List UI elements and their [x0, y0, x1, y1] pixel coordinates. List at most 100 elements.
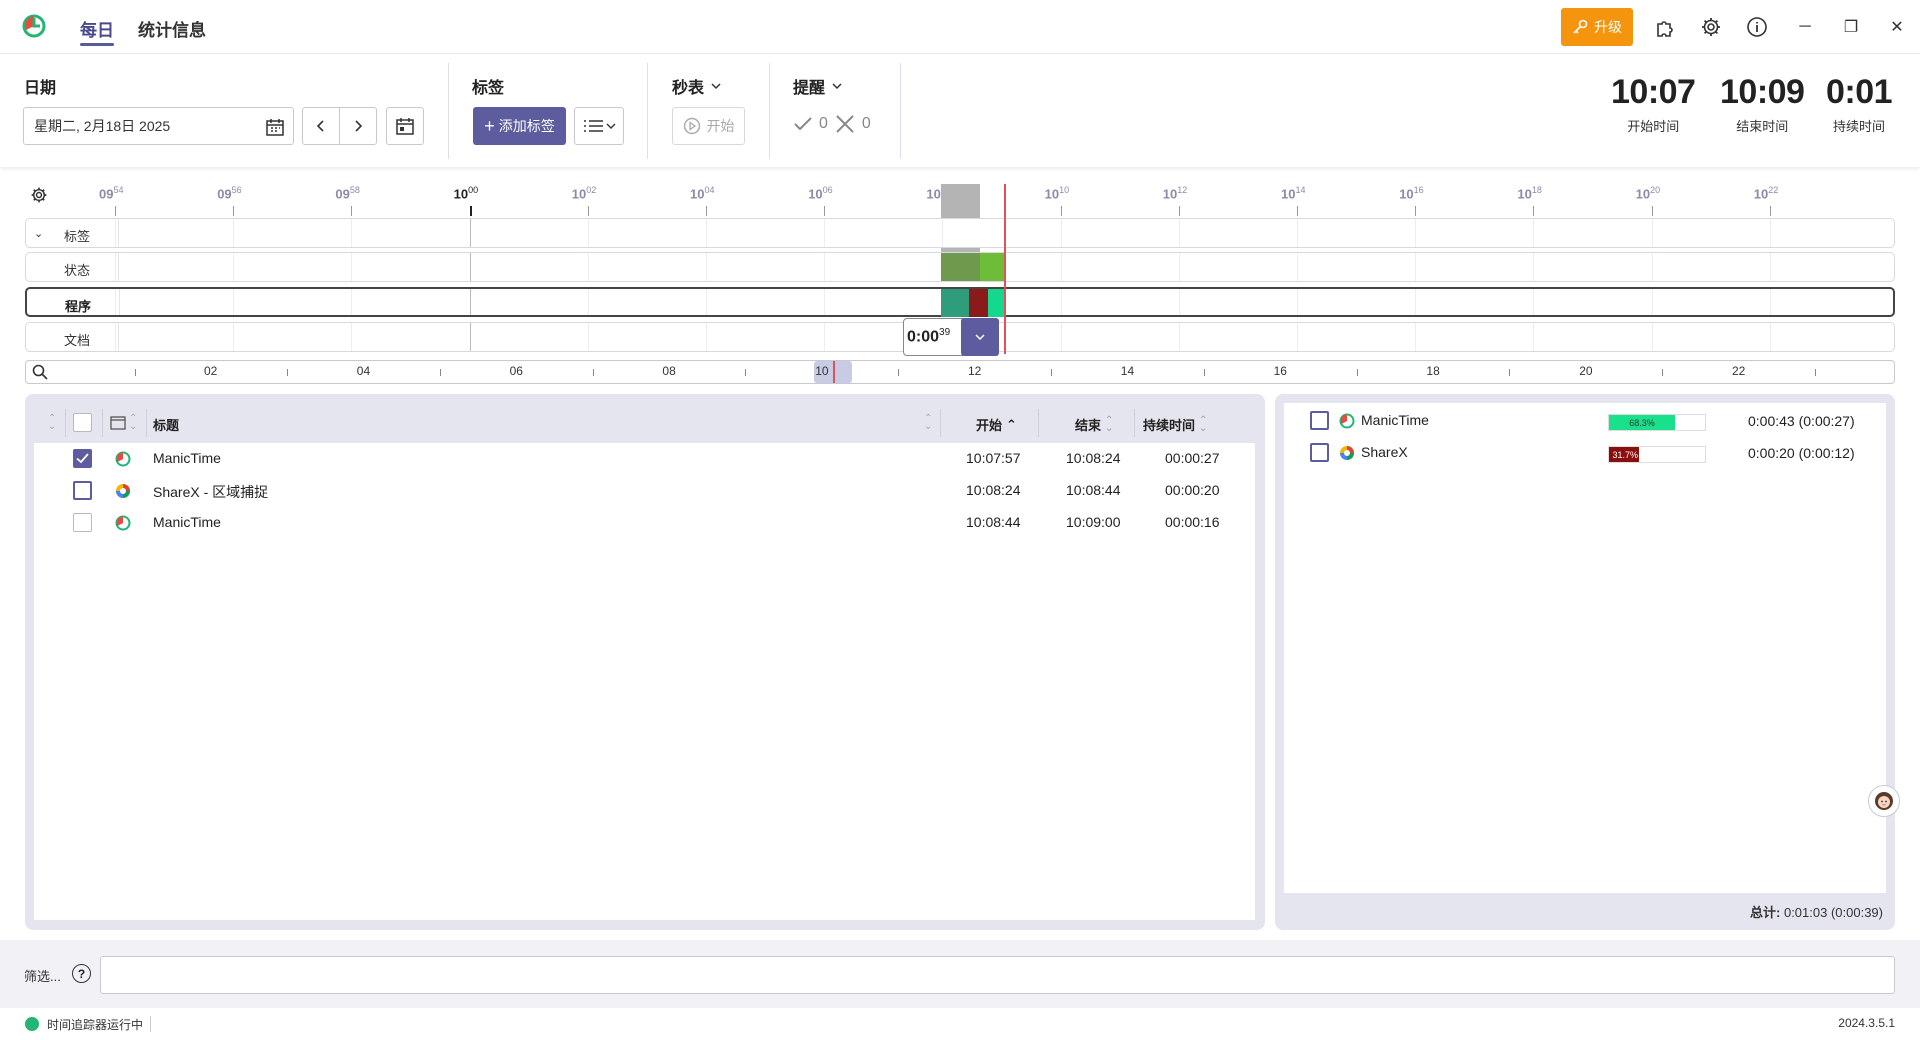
close-icon[interactable]: ✕ — [1884, 14, 1910, 40]
calendar-today-icon — [396, 118, 414, 135]
grid-line — [1533, 323, 1535, 351]
date-field[interactable]: 星期二, 2月18日 2025 — [23, 107, 294, 145]
track-label-divider — [118, 253, 119, 281]
info-icon[interactable] — [1744, 14, 1770, 40]
ruler-label: 0956 — [217, 185, 242, 202]
next-day-button[interactable] — [339, 107, 377, 145]
table-row[interactable]: ManicTime 10:08:44 10:09:00 00:00:16 — [34, 507, 1255, 539]
ruler-label: 0958 — [335, 185, 360, 202]
day-overview-bar[interactable]: 02 04 06 08 10 12 14 16 18 20 22 — [25, 360, 1895, 384]
start-label: 开始 — [706, 118, 735, 134]
summary-row[interactable]: ShareX 31.7% 0:00:20 (0:00:12) — [1284, 437, 1886, 469]
tooltip-seconds: 39 — [939, 327, 951, 338]
grid-line — [351, 323, 353, 351]
ruler-tick — [233, 206, 235, 216]
summary-row[interactable]: ManicTime 68.3% 0:00:43 (0:00:27) — [1284, 405, 1886, 437]
timeline-settings-icon[interactable] — [30, 186, 48, 204]
upgrade-button[interactable]: 升级 — [1561, 8, 1633, 46]
manictime-icon — [1339, 413, 1355, 429]
summary-percent-fill: 31.7% — [1609, 447, 1639, 462]
ruler-label: 1006 — [808, 185, 833, 202]
today-calendar-button[interactable] — [386, 107, 424, 145]
track-label: 程序 — [65, 299, 92, 314]
add-tag-button[interactable]: + 添加标签 — [473, 107, 566, 145]
status-bar-active[interactable] — [941, 253, 980, 281]
program-bar-manictime[interactable] — [988, 289, 1004, 317]
stopwatch-menu[interactable]: 秒表 — [672, 74, 722, 98]
grid-line — [587, 253, 589, 281]
overview-hour-label: 06 — [509, 364, 523, 378]
tab-daily-underline — [80, 43, 114, 46]
timeline-track[interactable]: ⌄ 标签 — [25, 218, 1895, 248]
calendar-icon[interactable] — [265, 117, 285, 137]
program-bar-sharex[interactable] — [969, 289, 988, 317]
reminder-counts: 0 0 — [793, 113, 871, 135]
row-checkbox[interactable] — [73, 513, 92, 532]
select-all-checkbox[interactable] — [73, 413, 92, 432]
sort-arrows-icon[interactable]: ⌃ ⌄ — [924, 414, 932, 432]
ruler-tick — [1769, 206, 1771, 216]
column-header-title[interactable]: 标题 — [153, 415, 179, 434]
toolbar: 日期 星期二, 2月18日 2025 标签 + 添加标签 秒表 开始 提醒 0 … — [0, 55, 1920, 167]
column-header-end[interactable]: 结束 ⌃ ⌄ — [1075, 415, 1113, 434]
reminder-menu[interactable]: 提醒 — [793, 74, 843, 98]
tab-daily[interactable]: 每日 — [80, 16, 114, 41]
overview-hour-label: 12 — [968, 364, 982, 378]
column-separator — [146, 409, 147, 437]
grid-line — [587, 219, 589, 247]
chevron-down-icon — [832, 83, 842, 90]
toolbar-separator — [448, 63, 449, 159]
sort-arrows-icon[interactable]: ⌃ ⌄ — [48, 414, 56, 432]
restore-icon[interactable]: ❐ — [1838, 14, 1864, 40]
grid-line — [1178, 253, 1180, 281]
ruler-label: 1022 — [1753, 185, 1779, 202]
accepted-count: 0 — [819, 115, 828, 132]
tooltip-dropdown-button[interactable] — [961, 318, 999, 356]
row-title: ManicTime — [153, 514, 221, 530]
previous-day-button[interactable] — [302, 107, 340, 145]
table-row[interactable]: ManicTime 10:07:57 10:08:24 00:00:27 — [34, 443, 1255, 475]
program-bar-manictime[interactable] — [941, 289, 969, 317]
chevron-down-icon — [975, 334, 985, 341]
help-icon[interactable]: ? — [72, 964, 91, 983]
date-section-label: 日期 — [24, 80, 57, 97]
row-duration: 00:00:27 — [1165, 450, 1220, 466]
assistant-avatar-icon[interactable] — [1868, 785, 1900, 817]
manictime-icon — [115, 515, 131, 531]
column-header-duration[interactable]: 持续时间 ⌃ ⌄ — [1143, 415, 1207, 434]
grid-line — [1769, 323, 1771, 351]
status-bar-active[interactable] — [980, 253, 1004, 281]
collapse-chevron-icon[interactable]: ⌄ — [34, 227, 43, 240]
overview-hour-label: 04 — [356, 364, 371, 378]
grid-line — [351, 219, 353, 247]
grid-line — [1533, 289, 1535, 315]
table-row[interactable]: ShareX - 区域捕捉 10:08:24 10:08:44 00:00:20 — [34, 475, 1255, 507]
check-icon[interactable] — [793, 116, 813, 132]
tag-list-button[interactable] — [574, 107, 624, 145]
filter-input[interactable] — [100, 956, 1895, 994]
column-separator — [940, 409, 941, 437]
summary-checkbox[interactable] — [1310, 443, 1329, 462]
gear-icon[interactable] — [1698, 14, 1724, 40]
row-checkbox[interactable] — [73, 449, 92, 468]
tab-statistics[interactable]: 统计信息 — [138, 16, 206, 41]
summary-total: 总计: 0:01:03 (0:00:39) — [1750, 902, 1883, 921]
start-stopwatch-button[interactable]: 开始 — [672, 107, 745, 145]
grid-line — [351, 253, 353, 281]
search-icon[interactable] — [32, 364, 48, 380]
upgrade-label: 升级 — [1594, 19, 1622, 35]
chevron-right-icon — [355, 120, 363, 132]
column-header-start[interactable]: 开始 ⌃ — [976, 415, 1017, 434]
grid-line — [115, 253, 116, 281]
grid-line — [1651, 253, 1653, 281]
row-start: 10:08:24 — [966, 482, 1021, 498]
summary-checkbox[interactable] — [1310, 411, 1329, 430]
sort-arrows-icon[interactable]: ⌃ ⌄ — [129, 414, 137, 432]
x-icon[interactable] — [834, 113, 856, 135]
add-tag-label: 添加标签 — [498, 118, 555, 134]
overview-tick — [1662, 369, 1664, 376]
summary-percent-bar: 31.7% — [1608, 446, 1706, 463]
plugin-icon[interactable] — [1652, 14, 1678, 40]
row-checkbox[interactable] — [73, 481, 92, 500]
minimize-icon[interactable]: ─ — [1792, 14, 1818, 40]
